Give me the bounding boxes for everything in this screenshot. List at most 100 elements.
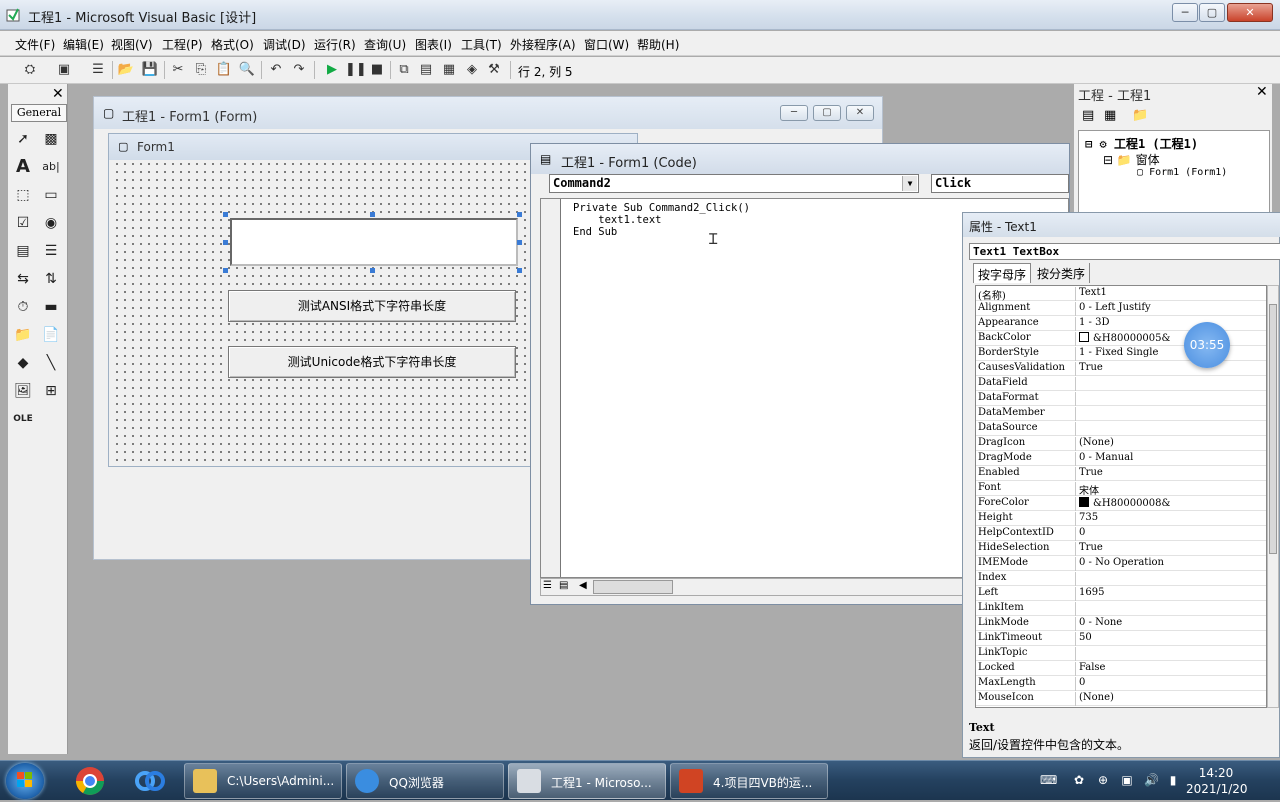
property-row[interactable]: Alignment 0 - Left Justify <box>976 301 1266 316</box>
start-button[interactable] <box>6 763 44 799</box>
property-row[interactable]: LinkTopic <box>976 646 1266 661</box>
taskbar-clock[interactable]: 14:20 2021/1/20 <box>1186 765 1248 797</box>
property-row[interactable]: Height 735 <box>976 511 1266 526</box>
object-selector[interactable]: Text1 TextBox <box>969 243 1280 260</box>
command1-button[interactable]: 测试ANSI格式下字符串长度 <box>228 290 516 322</box>
code-line[interactable]: Private Sub Command2_Click() <box>573 202 750 214</box>
selection-handle[interactable] <box>223 268 228 273</box>
full-module-view-icon[interactable]: ▤ <box>559 580 568 591</box>
menu-tools[interactable]: 工具(T) <box>461 36 502 53</box>
menu-run[interactable]: 运行(R) <box>314 36 356 53</box>
property-row[interactable]: ForeColor &H80000008& <box>976 496 1266 511</box>
selection-handle[interactable] <box>517 240 522 245</box>
add-form-icon[interactable]: ▣ <box>54 61 74 79</box>
property-row[interactable]: DataField <box>976 376 1266 391</box>
flower-icon[interactable]: ✿ <box>1072 773 1086 787</box>
property-value[interactable]: 宋体 <box>1079 482 1099 497</box>
toggle-folders-icon[interactable]: 📁 <box>1132 108 1148 123</box>
property-value[interactable]: False <box>1079 662 1105 673</box>
selection-handle[interactable] <box>370 268 375 273</box>
menu-editor-icon[interactable]: ☰ <box>88 61 108 79</box>
network-icon[interactable]: ▮ <box>1166 773 1180 787</box>
stop-icon[interactable]: ■ <box>367 61 387 79</box>
property-value[interactable]: &H80000008& <box>1079 497 1170 509</box>
volume-icon[interactable]: 🔊 <box>1144 773 1159 787</box>
tree-root[interactable]: ⊟ ⚙ 工程1 (工程1) <box>1085 135 1198 152</box>
shape-icon[interactable]: ◆ <box>12 352 34 374</box>
property-row[interactable]: Locked False <box>976 661 1266 676</box>
pause-icon[interactable]: ❚❚ <box>345 61 367 79</box>
property-row[interactable]: LinkMode 0 - None <box>976 616 1266 631</box>
property-value[interactable]: 0 <box>1079 527 1085 538</box>
property-row[interactable]: CausesValidation True <box>976 361 1266 376</box>
frame-icon[interactable]: ⬚ <box>12 184 34 206</box>
toolbox-close-icon[interactable]: ✕ <box>52 86 64 102</box>
property-value[interactable]: Text1 <box>1079 287 1107 298</box>
command2-button[interactable]: 测试Unicode格式下字符串长度 <box>228 346 516 378</box>
property-row[interactable]: Left 1695 <box>976 586 1266 601</box>
property-value[interactable]: 0 - None <box>1079 617 1122 628</box>
timer-icon[interactable]: ⏱ <box>12 296 34 318</box>
tab-categorized[interactable]: 按分类序 <box>1033 263 1091 283</box>
menu-debug[interactable]: 调试(D) <box>263 36 306 53</box>
menu-window[interactable]: 窗口(W) <box>584 36 629 53</box>
scroll-left-icon[interactable]: ◀ <box>579 580 587 591</box>
tab-alphabetic[interactable]: 按字母序 <box>973 263 1032 283</box>
text1-textbox[interactable] <box>230 218 518 266</box>
property-row[interactable]: Font 宋体 <box>976 481 1266 497</box>
cut-icon[interactable]: ✂ <box>168 61 188 79</box>
procedure-view-icon[interactable]: ☰ <box>543 580 552 591</box>
copy-icon[interactable]: ⎘ <box>191 61 211 79</box>
selection-handle[interactable] <box>370 212 375 217</box>
find-icon[interactable]: 🔍 <box>237 61 257 79</box>
listbox-icon[interactable]: ☰ <box>40 240 62 262</box>
vscrollbar-icon[interactable]: ⇅ <box>40 268 62 290</box>
properties-icon[interactable]: ▤ <box>416 61 436 79</box>
procedure-combobox[interactable]: Click <box>931 174 1069 193</box>
property-row[interactable]: DataMember <box>976 406 1266 421</box>
property-row[interactable]: MaxLength 0 <box>976 676 1266 691</box>
timer-badge[interactable]: 03:55 <box>1184 322 1230 368</box>
scrollbar-thumb[interactable] <box>1269 304 1277 554</box>
toolbox-general-tab[interactable]: General <box>11 104 67 122</box>
property-value[interactable]: True <box>1079 362 1103 373</box>
optionbutton-icon[interactable]: ◉ <box>40 212 62 234</box>
menu-format[interactable]: 格式(O) <box>211 36 254 53</box>
taskbar-explorer[interactable]: C:\Users\Admini... <box>184 763 342 799</box>
chevron-down-icon[interactable]: ▼ <box>902 176 917 191</box>
drivelistbox-icon[interactable]: ▬ <box>40 296 62 318</box>
object-browser-icon[interactable]: ◈ <box>462 61 482 79</box>
redo-icon[interactable]: ↷ <box>289 61 309 79</box>
checkbox-icon[interactable]: ☑ <box>12 212 34 234</box>
add-project-icon[interactable]: ⛭ <box>20 61 40 79</box>
menu-view[interactable]: 视图(V) <box>111 36 153 53</box>
form-designer-maximize-button[interactable]: ▢ <box>813 105 841 121</box>
property-value[interactable]: 735 <box>1079 512 1098 523</box>
property-row[interactable]: DragIcon (None) <box>976 436 1266 451</box>
property-value[interactable]: 0 - Left Justify <box>1079 302 1151 313</box>
label-icon[interactable]: A <box>12 156 34 178</box>
property-scrollbar[interactable] <box>1267 285 1279 708</box>
property-value[interactable]: &H80000005& <box>1079 332 1170 344</box>
property-row[interactable]: (名称) Text1 <box>976 286 1266 301</box>
maximize-button[interactable]: ▢ <box>1199 3 1225 22</box>
tree-item-form1[interactable]: ▢ Form1 (Form1) <box>1137 167 1227 178</box>
hscrollbar-icon[interactable]: ⇆ <box>12 268 34 290</box>
taskbar-vb[interactable]: 工程1 - Microso... <box>508 763 666 799</box>
property-row[interactable]: HideSelection True <box>976 541 1266 556</box>
selection-handle[interactable] <box>517 212 522 217</box>
project-close-icon[interactable]: ✕ <box>1256 84 1268 100</box>
tray-plus-icon[interactable]: ⊕ <box>1096 773 1110 787</box>
line-icon[interactable]: ╲ <box>40 352 62 374</box>
selection-handle[interactable] <box>223 212 228 217</box>
property-row[interactable]: Enabled True <box>976 466 1266 481</box>
property-value[interactable]: True <box>1079 467 1103 478</box>
code-line[interactable]: End Sub <box>573 226 617 238</box>
save-icon[interactable]: 💾 <box>140 61 160 79</box>
view-code-icon[interactable]: ▤ <box>1082 108 1094 123</box>
menu-file[interactable]: 文件(F) <box>15 36 55 53</box>
property-row[interactable]: DataFormat <box>976 391 1266 406</box>
menu-project[interactable]: 工程(P) <box>162 36 203 53</box>
close-button[interactable]: ✕ <box>1227 3 1273 22</box>
chrome-icon[interactable] <box>64 765 116 797</box>
